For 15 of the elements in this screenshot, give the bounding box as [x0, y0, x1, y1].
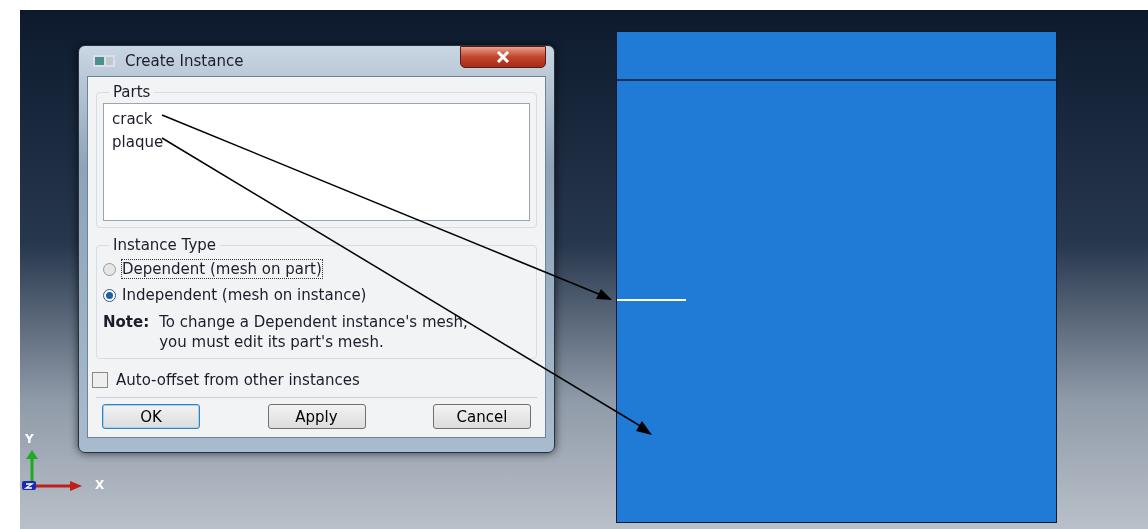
group-label: Instance Type — [112, 236, 218, 254]
window-title: Create Instance — [125, 52, 244, 70]
dialog-button[interactable]: Apply — [267, 404, 366, 429]
axis-label: X — [95, 478, 105, 492]
list-item[interactable]: crack — [112, 108, 521, 131]
axis-label: Y — [25, 432, 34, 446]
group-label: Parts — [112, 83, 152, 101]
radio-option[interactable]: Dependent (mesh on part) — [103, 256, 322, 282]
radio-option[interactable]: Independent (mesh on instance) — [103, 282, 367, 308]
dialog-button[interactable]: Cancel — [433, 404, 531, 429]
checkbox-option[interactable]: Auto-offset from other instances — [92, 369, 537, 391]
dialog-button[interactable]: OK — [102, 404, 200, 429]
note-label: Note: — [103, 312, 150, 333]
list-item[interactable]: plaque — [112, 131, 521, 154]
note-text: To change a Dependent instance's mesh, you must edit its part's mesh. — [159, 312, 469, 352]
